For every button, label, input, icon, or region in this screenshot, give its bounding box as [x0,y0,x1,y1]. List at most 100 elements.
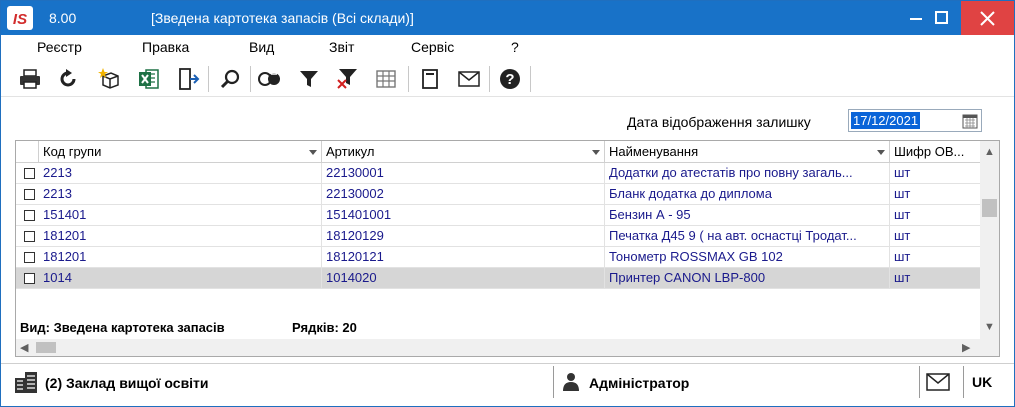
scroll-up-icon[interactable]: ▲ [984,146,995,158]
toolbar-separator [530,66,531,92]
dropdown-arrow-icon[interactable] [877,150,885,155]
language-indicator[interactable]: UK [972,374,992,390]
menu-edit[interactable]: Правка [142,39,189,55]
column-header-article[interactable]: Артикул [322,141,605,163]
scroll-down-icon[interactable]: ▼ [984,321,995,333]
table-row-selected[interactable]: 1014 1014020 Принтер CANON LBP-800 шт [16,268,980,289]
grid-settings-icon [376,70,396,88]
exit-button[interactable] [173,65,203,93]
status-bar: (2) Заклад вищої освіти Адміністратор UK [1,363,1014,399]
horizontal-scrollbar[interactable]: ◀ ▶ [16,339,999,356]
main-window: IS 8.00 [Зведена картотека запасів (Всі … [0,0,1015,407]
view-name-label: Вид: Зведена картотека запасів [20,320,225,335]
close-button[interactable] [961,1,1014,35]
search-icon [220,69,240,89]
row-checkbox[interactable] [24,273,35,284]
status-separator [553,366,554,398]
organization-label[interactable]: (2) Заклад вищої освіти [45,375,209,391]
date-input[interactable]: 17/12/2021 [848,109,982,132]
group-button[interactable] [255,65,285,93]
cell-unit: шт [894,165,911,180]
table-row[interactable]: 181201 18120121 Тонометр ROSSMAX GB 102 … [16,247,980,268]
user-label[interactable]: Адміністратор [589,375,689,391]
date-value[interactable]: 17/12/2021 [851,112,921,129]
menu-view[interactable]: Вид [249,39,274,55]
scroll-right-icon[interactable]: ▶ [962,342,970,354]
dropdown-arrow-icon[interactable] [309,150,317,155]
vertical-scroll-thumb[interactable] [982,199,997,217]
menu-bar: Реєстр Правка Вид Звіт Сервіс ? [1,35,1014,61]
cell-article: 1014020 [322,268,605,288]
user-icon [563,373,579,391]
cell-name: Додатки до атестатів про повну загаль... [605,163,890,183]
new-item-button[interactable] [94,65,124,93]
menu-help[interactable]: ? [511,39,519,55]
exit-icon [179,68,200,90]
document-icon [422,69,438,89]
maximize-icon [935,11,948,24]
filter-icon [300,71,318,87]
cell-group-code: 181201 [39,247,322,267]
column-header-label: Артикул [326,144,375,159]
table-row[interactable]: 2213 22130002 Бланк додатка до диплома ш… [16,184,980,205]
row-checkbox[interactable] [24,210,35,221]
row-checkbox[interactable] [24,168,35,179]
scroll-left-icon[interactable]: ◀ [20,342,28,354]
cell-unit: шт [894,207,911,222]
table-row[interactable]: 181201 18120129 Печатка Д45 9 ( на авт. … [16,226,980,247]
cell-group-code: 2213 [39,184,322,204]
horizontal-scroll-thumb[interactable] [36,342,56,353]
row-checkbox[interactable] [24,252,35,263]
refresh-icon [60,69,76,87]
grid-header: Код групи Артикул Найменування Шифр ОВ..… [16,141,980,163]
column-header-unit[interactable]: Шифр ОВ... [890,141,980,163]
close-icon [980,11,995,26]
cell-unit: шт [894,270,911,285]
export-excel-button[interactable] [134,65,164,93]
print-icon [20,69,40,89]
svg-text:IS: IS [13,11,27,28]
cell-name: Печатка Д45 9 ( на авт. оснастці Тродат.… [605,226,890,246]
search-button[interactable] [215,65,245,93]
title-bar[interactable]: IS 8.00 [Зведена картотека запасів (Всі … [1,1,1014,35]
table-row[interactable]: 2213 22130001 Додатки до атестатів про п… [16,163,980,184]
cell-group-code: 1014 [39,268,322,288]
new-document-icon [98,68,119,89]
dropdown-arrow-icon[interactable] [592,150,600,155]
menu-registry[interactable]: Реєстр [37,39,82,55]
cell-article: 22130001 [322,163,605,183]
mail-button[interactable] [454,65,484,93]
refresh-button[interactable] [53,65,83,93]
help-button[interactable]: ? [495,65,525,93]
table-row[interactable]: 151401 151401001 Бензин А - 95 шт [16,205,980,226]
mail-icon[interactable] [925,372,951,392]
column-header-group-code[interactable]: Код групи [39,141,322,163]
document-button[interactable] [415,65,445,93]
cell-article: 22130002 [322,184,605,204]
cell-name: Принтер CANON LBP-800 [605,268,890,288]
menu-report[interactable]: Звіт [329,39,354,55]
cell-name: Бензин А - 95 [605,205,890,225]
status-separator [919,366,920,398]
toolbar-separator [489,66,490,92]
calendar-icon[interactable] [962,113,978,129]
cell-name: Тонометр ROSSMAX GB 102 [605,247,890,267]
cell-article: 151401001 [322,205,605,225]
grid-settings-button[interactable] [371,65,401,93]
menu-service[interactable]: Сервіс [411,39,454,55]
row-checkbox[interactable] [24,189,35,200]
vertical-scrollbar[interactable]: ▲ ▼ [980,141,999,339]
app-logo-icon: IS [7,6,33,30]
maximize-button[interactable] [925,1,955,35]
cell-group-code: 2213 [39,163,322,183]
date-label: Дата відображення залишку [627,114,811,130]
print-button[interactable] [15,65,45,93]
clear-filter-button[interactable] [332,65,362,93]
row-checkbox[interactable] [24,231,35,242]
building-icon [15,372,37,393]
filter-button[interactable] [294,65,324,93]
column-header-label: Найменування [609,144,699,159]
toolbar-separator [208,66,209,92]
column-header-name[interactable]: Найменування [605,141,890,163]
cell-unit: шт [894,228,911,243]
